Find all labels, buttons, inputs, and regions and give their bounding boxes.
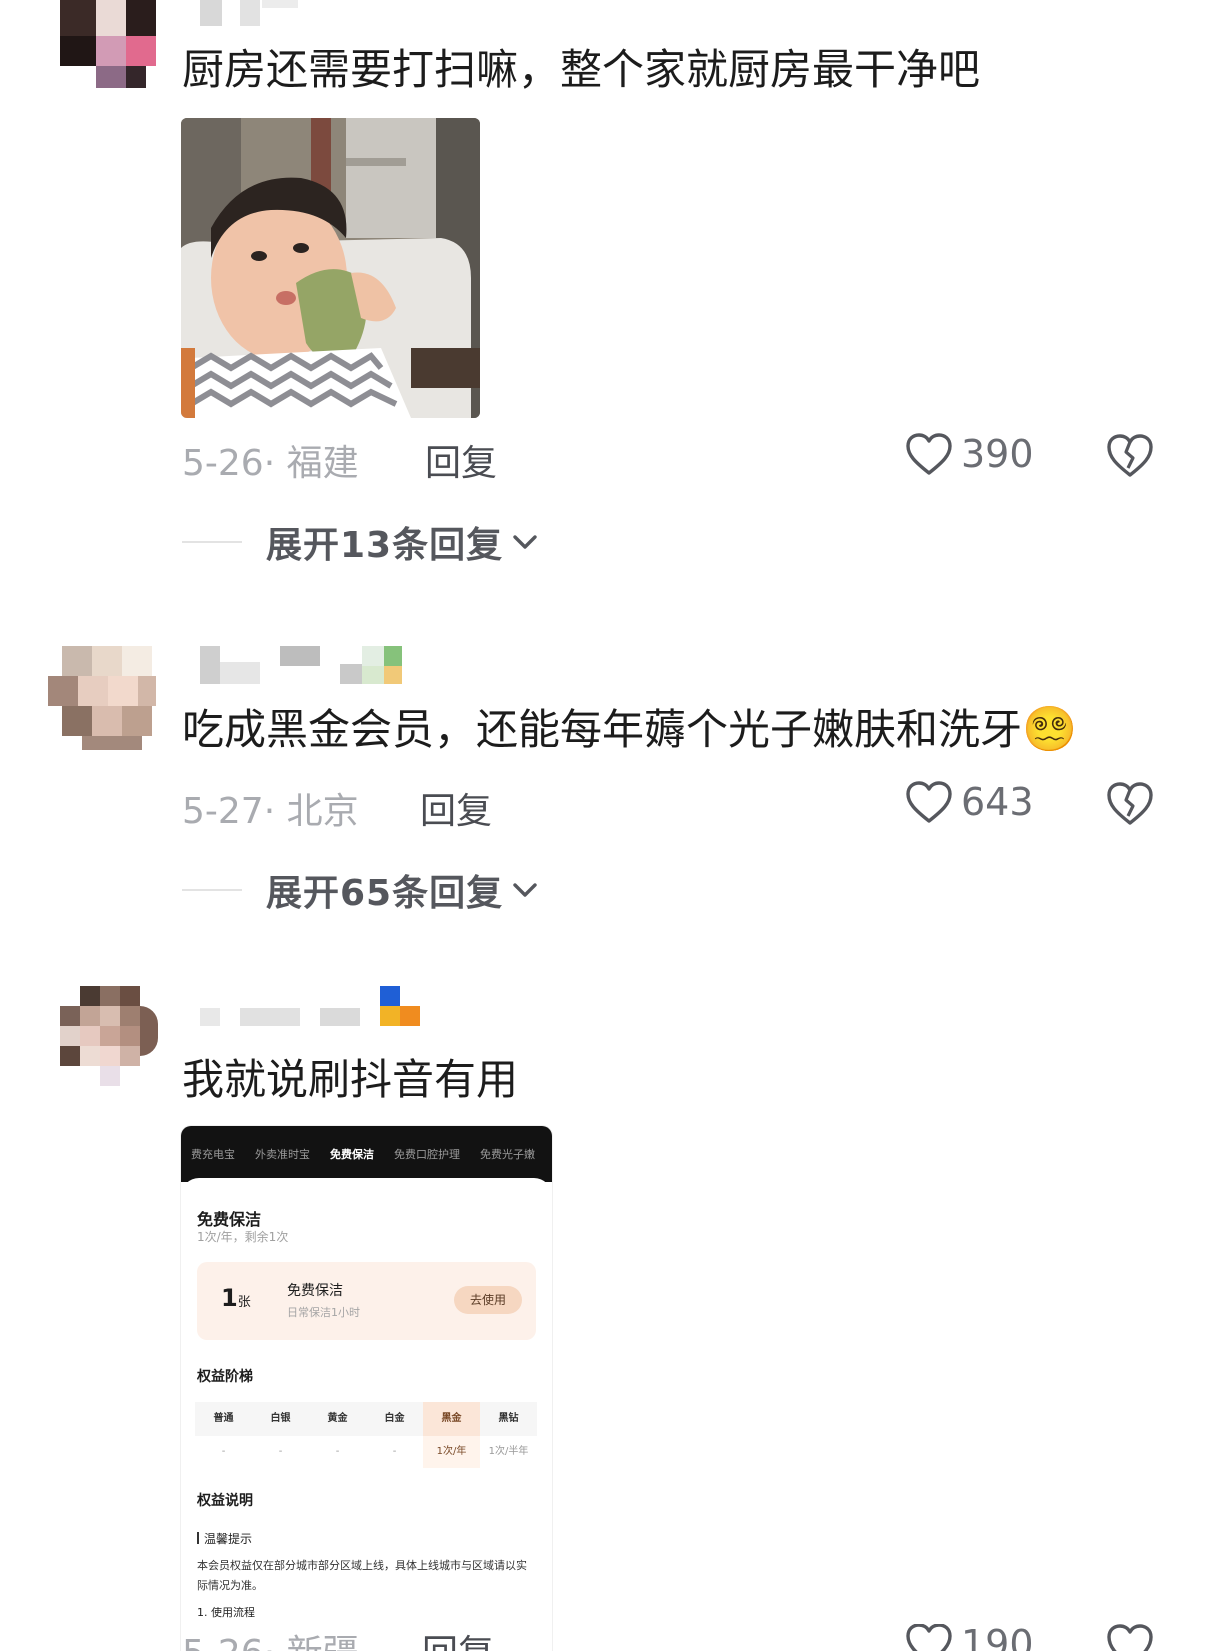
tier-table: 普通 白银 黄金 白金 黑金 黑钻 - - - - 1次/年 1次/半年	[195, 1402, 538, 1468]
meta-separator: ·	[264, 1633, 287, 1651]
broken-heart-icon[interactable]	[1105, 1624, 1155, 1651]
meta-separator: ·	[263, 443, 287, 484]
tier-value-row: - - - - 1次/年 1次/半年	[195, 1436, 538, 1468]
tab-item[interactable]: 费充电宝	[181, 1146, 245, 1162]
comment-date: 5-26	[182, 1633, 264, 1651]
comment-meta-cutoff: 5-26· 新疆 回复 190	[0, 1624, 1206, 1651]
tier-value-current: 1次/年	[423, 1436, 480, 1468]
like-button[interactable]: 643	[905, 780, 1034, 824]
comment-meta: 5-26· 福建	[182, 434, 359, 486]
tip-text: 本会员权益仅在部分城市部分区域上线，具体上线城市与区域请以实际情况为准。	[197, 1559, 527, 1592]
tier-name: 白金	[366, 1402, 423, 1436]
tier-name: 白银	[252, 1402, 309, 1436]
heart-icon	[906, 1624, 952, 1651]
like-count: 190	[961, 1624, 1034, 1651]
coupon-count: 1张	[221, 1284, 251, 1312]
avatar[interactable]	[60, 986, 160, 1106]
dizzy-face-emoji-icon: 😵‍💫	[1022, 704, 1077, 755]
expand-replies-label: 展开13条回复	[266, 525, 504, 566]
meta-separator: ·	[263, 791, 287, 832]
heart-icon	[906, 781, 952, 823]
tier-value: -	[335, 1446, 340, 1457]
tier-name: 普通	[195, 1402, 252, 1436]
reply-button[interactable]: 回复	[420, 782, 492, 834]
avatar[interactable]	[48, 646, 158, 750]
divider-line	[182, 889, 242, 891]
tier-section-title: 权益阶梯	[197, 1369, 253, 1385]
expand-replies[interactable]: 展开13条回复	[182, 516, 539, 568]
baby-photo-illustration	[181, 118, 480, 418]
benefit-title: 免费保洁	[197, 1210, 262, 1229]
tier-header-row: 普通 白银 黄金 白金 黑金 黑钻	[195, 1402, 538, 1436]
comment-location: 北京	[286, 791, 359, 832]
tier-name: 黄金	[309, 1402, 366, 1436]
like-button[interactable]: 190	[905, 1624, 1034, 1651]
reply-button[interactable]: 回复	[422, 1624, 494, 1651]
tier-name-current: 黑金	[423, 1402, 480, 1436]
tier-name: 黑钻	[480, 1402, 537, 1436]
comment-meta: 5-27· 北京	[182, 782, 359, 834]
tab-item[interactable]: 免费光子嫩	[470, 1146, 545, 1162]
like-button[interactable]: 390	[905, 432, 1034, 476]
benefit-subtitle: 1次/年，剩余1次	[197, 1230, 289, 1244]
desc-section-title: 权益说明	[197, 1493, 253, 1509]
like-count: 390	[961, 432, 1034, 476]
benefit-tabs: 费充电宝 外卖准时宝 免费保洁 免费口腔护理 免费光子嫩	[181, 1126, 552, 1182]
comment-text: 我就说刷抖音有用	[182, 1055, 519, 1104]
use-coupon-button[interactable]: 去使用	[454, 1286, 522, 1314]
tier-value: -	[221, 1446, 226, 1457]
coupon-name: 免费保洁	[287, 1283, 343, 1299]
like-count: 643	[961, 780, 1034, 824]
comment-text: 吃成黑金会员，还能每年薅个光子嫩肤和洗牙😵‍💫	[182, 702, 1077, 758]
tip-title: 温馨提示	[197, 1530, 252, 1547]
tier-value: 1次/半年	[488, 1446, 529, 1457]
broken-heart-icon[interactable]	[1105, 432, 1155, 478]
benefit-card: 免费保洁 1次/年，剩余1次 1张 免费保洁 日常保洁1小时 去使用 权益阶梯 …	[181, 1178, 552, 1651]
comment-location: 福建	[286, 443, 359, 484]
avatar[interactable]	[60, 0, 160, 100]
comment-date: 5-27	[182, 791, 264, 832]
coupon-desc: 日常保洁1小时	[287, 1306, 360, 1319]
usage-step-title: 1. 使用流程	[197, 1606, 255, 1619]
broken-heart-icon[interactable]	[1105, 780, 1155, 826]
comment-location: 新疆	[287, 1633, 359, 1651]
heart-icon	[906, 433, 952, 475]
comment-text-body: 吃成黑金会员，还能每年薅个光子嫩肤和洗牙	[182, 705, 1023, 754]
expand-replies-label: 展开65条回复	[266, 873, 504, 914]
comment-date: 5-26	[182, 443, 264, 484]
coupon-card: 1张 免费保洁 日常保洁1小时 去使用	[197, 1262, 536, 1340]
tier-value: -	[392, 1446, 397, 1457]
tab-item[interactable]: 免费口腔护理	[384, 1146, 470, 1162]
comment-image-baby[interactable]	[181, 118, 480, 418]
divider-line	[182, 541, 242, 543]
reply-button[interactable]: 回复	[425, 434, 497, 486]
comment-image-membership-screenshot[interactable]: 费充电宝 外卖准时宝 免费保洁 免费口腔护理 免费光子嫩 免费保洁 1次/年，剩…	[181, 1126, 552, 1651]
tab-item[interactable]: 外卖准时宝	[245, 1146, 320, 1162]
comment-text: 厨房还需要打扫嘛，整个家就厨房最干净吧	[182, 45, 981, 94]
chevron-down-icon	[513, 883, 537, 897]
expand-replies[interactable]: 展开65条回复	[182, 864, 539, 916]
tier-value: -	[278, 1446, 283, 1457]
tab-item-active[interactable]: 免费保洁	[320, 1146, 384, 1162]
chevron-down-icon	[513, 535, 537, 549]
comment-meta: 5-26· 新疆	[182, 1624, 359, 1651]
